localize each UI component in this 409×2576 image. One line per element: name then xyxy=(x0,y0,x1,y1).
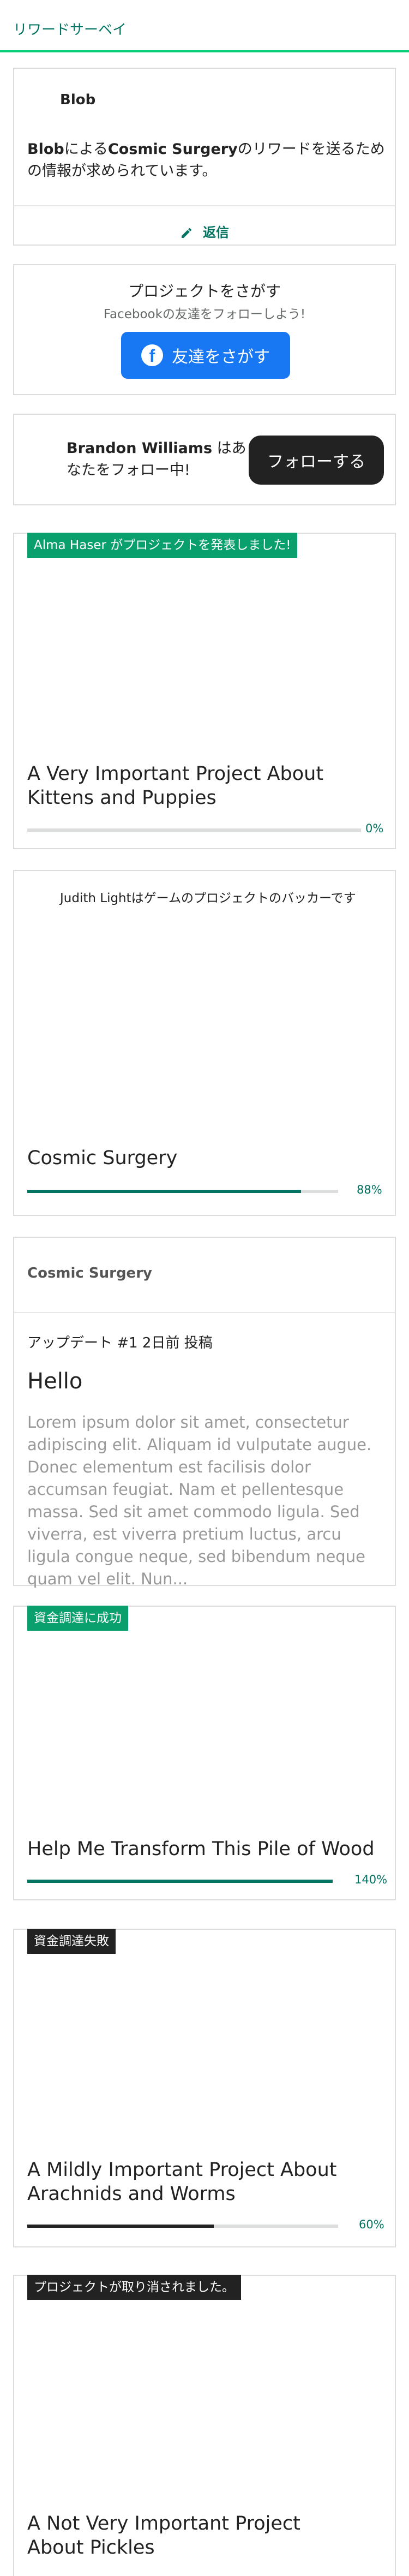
follower-name[interactable]: Brandon Williams xyxy=(67,440,212,457)
failed-project-card[interactable]: 資金調達失敗 A Mildly Important Project About … xyxy=(13,1929,396,2247)
failed-tag: 資金調達失敗 xyxy=(27,1929,116,1954)
project-title[interactable]: Cosmic Surgery xyxy=(27,1146,376,1170)
find-friends-card: プロジェクトをさがす Facebookの友達をフォローしよう! f 友達をさがす xyxy=(13,264,396,395)
canceled-project-card[interactable]: プロジェクトが取り消されました。 A Not Very Important Pr… xyxy=(13,2275,396,2576)
progress-bar xyxy=(27,1190,338,1193)
backer-message: Judith Lightはゲームのプロジェクトのバッカーです xyxy=(60,891,356,905)
page-title: リワードサーベイ xyxy=(13,22,127,38)
progress-percent: 0% xyxy=(365,822,384,835)
canceled-tag: プロジェクトが取り消されました。 xyxy=(27,2275,241,2300)
survey-message-project: Cosmic Surgery xyxy=(107,141,238,158)
progress-fill xyxy=(27,1190,301,1193)
reply-button[interactable]: 返信 xyxy=(14,222,395,241)
progress-fill xyxy=(27,1880,333,1883)
funded-project-card[interactable]: 資金調達に成功 Help Me Transform This Pile of W… xyxy=(13,1606,396,1900)
update-title[interactable]: Hello xyxy=(27,1369,82,1394)
facebook-icon: f xyxy=(141,344,163,366)
progress-percent: 60% xyxy=(359,2218,384,2231)
project-title[interactable]: A Mildly Important Project About Arachni… xyxy=(27,2158,376,2206)
project-title[interactable]: A Very Important Project About Kittens a… xyxy=(27,762,376,810)
progress-bar xyxy=(27,2225,338,2228)
find-friends-subtitle: Facebookの友達をフォローしよう! xyxy=(103,307,306,321)
find-friends-button-label: 友達をさがす xyxy=(172,348,270,367)
project-launch-tag: Alma Haser がプロジェクトを発表しました! xyxy=(27,533,298,558)
project-launch-card[interactable]: Alma Haser がプロジェクトを発表しました! A Very Import… xyxy=(13,533,396,849)
survey-creator-name: Blob xyxy=(60,92,96,108)
progress-percent: 140% xyxy=(354,1873,388,1886)
progress-fill xyxy=(27,2225,214,2228)
survey-message-mid: による xyxy=(64,141,108,158)
pencil-icon xyxy=(182,228,192,238)
project-title[interactable]: Help Me Transform This Pile of Wood xyxy=(27,1837,376,1861)
update-body: Lorem ipsum dolor sit amet, consectetur … xyxy=(27,1413,372,1588)
progress-bar xyxy=(27,1880,333,1883)
divider xyxy=(14,205,395,206)
update-card[interactable]: Cosmic Surgery アップデート #1 2日前 投稿 Hello Lo… xyxy=(13,1237,396,1588)
reply-label: 返信 xyxy=(203,225,229,240)
project-title[interactable]: A Not Very Important Project About Pickl… xyxy=(27,2512,311,2560)
progress-percent: 88% xyxy=(357,1183,382,1196)
funded-tag: 資金調達に成功 xyxy=(27,1606,128,1631)
page-header: リワードサーベイ xyxy=(0,0,409,52)
progress-bar xyxy=(27,828,361,832)
follow-button[interactable]: フォローする xyxy=(249,436,384,485)
update-meta: アップデート #1 2日前 投稿 xyxy=(27,1335,213,1351)
divider xyxy=(14,1312,395,1313)
survey-message: BlobによるCosmic Surgeryのリワードを送るための情報が求められて… xyxy=(27,139,387,182)
update-project-name[interactable]: Cosmic Surgery xyxy=(27,1265,152,1281)
find-friends-title: プロジェクトをさがす xyxy=(128,282,281,300)
backing-card[interactable]: Judith Lightはゲームのプロジェクトのバッカーです Cosmic Su… xyxy=(13,870,396,1216)
follow-card: Brandon Williams はあなたをフォロー中! フォローする xyxy=(13,414,396,505)
survey-card[interactable]: Blob BlobによるCosmic Surgeryのリワードを送るための情報が… xyxy=(13,68,396,246)
find-friends-button[interactable]: f 友達をさがす xyxy=(121,332,290,379)
follow-message: Brandon Williams はあなたをフォロー中! xyxy=(67,438,246,481)
survey-message-name: Blob xyxy=(27,141,64,158)
